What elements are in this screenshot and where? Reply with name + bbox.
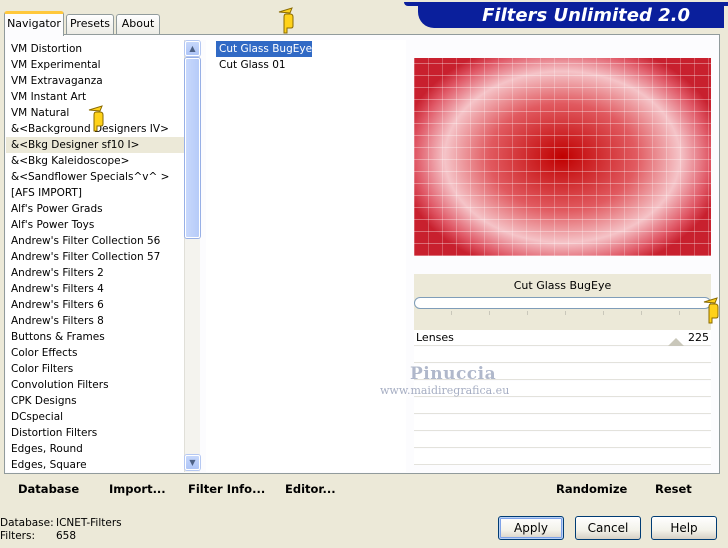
param-value: 225 — [688, 331, 709, 344]
scroll-down-arrow-icon[interactable]: ▼ — [185, 455, 200, 470]
category-item[interactable]: Buttons & Frames — [6, 329, 184, 345]
pointing-hand-icon — [88, 105, 104, 132]
category-item[interactable]: &<Sandflower Specials^v^ > — [6, 169, 184, 185]
category-item[interactable]: Distortion Filters — [6, 425, 184, 441]
category-item[interactable]: Andrew's Filter Collection 56 — [6, 233, 184, 249]
category-item[interactable]: Andrew's Filters 6 — [6, 297, 184, 313]
reset-link[interactable]: Reset — [655, 482, 692, 496]
category-item[interactable]: Andrew's Filter Collection 57 — [6, 249, 184, 265]
category-item[interactable]: [AFS IMPORT] — [6, 185, 184, 201]
filter-list[interactable]: Cut Glass BugEye Cut Glass 01 — [206, 40, 406, 472]
filters-count-value: 658 — [56, 530, 77, 542]
tab-presets[interactable]: Presets — [66, 14, 114, 34]
category-item[interactable]: Alf's Power Grads — [6, 201, 184, 217]
category-item[interactable]: Color Filters — [6, 361, 184, 377]
database-status-value: ICNET-Filters — [56, 517, 122, 529]
category-item[interactable]: &<Bkg Kaleidoscope> — [6, 153, 184, 169]
category-item[interactable]: Alf's Power Toys — [6, 217, 184, 233]
category-item[interactable]: Convolution Filters — [6, 377, 184, 393]
category-item[interactable]: Edges, Square — [6, 457, 184, 473]
apply-button[interactable]: Apply — [498, 516, 564, 540]
randomize-link[interactable]: Randomize — [556, 482, 627, 496]
filter-preview-image — [414, 58, 711, 256]
preview-filter-name: Cut Glass BugEye — [513, 279, 612, 292]
filters-count-label: Filters: — [0, 530, 36, 542]
category-item[interactable]: Andrew's Filters 4 — [6, 281, 184, 297]
category-item[interactable]: VM Extravaganza — [6, 73, 184, 89]
param-thumb[interactable] — [668, 338, 684, 346]
app-title-banner: Filters Unlimited 2.0 — [418, 4, 724, 28]
filter-item[interactable]: Cut Glass 01 — [216, 57, 286, 73]
param-row-empty — [414, 449, 711, 465]
import-link[interactable]: Import... — [109, 482, 166, 496]
category-item[interactable]: DCspecial — [6, 409, 184, 425]
pointing-hand-icon — [703, 297, 719, 324]
scrollbar-thumb[interactable] — [185, 58, 200, 238]
cancel-button[interactable]: Cancel — [575, 516, 641, 540]
param-label: Lenses — [416, 331, 454, 344]
pointing-hand-icon — [278, 7, 294, 34]
param-row-empty — [414, 398, 711, 414]
database-status-label: Database: — [0, 517, 54, 529]
category-item[interactable]: Andrew's Filters 2 — [6, 265, 184, 281]
filter-info-link[interactable]: Filter Info... — [188, 482, 265, 496]
filter-item[interactable]: Cut Glass BugEye — [216, 41, 313, 57]
tab-navigator[interactable]: Navigator — [4, 11, 64, 36]
slider-track[interactable] — [414, 297, 711, 309]
watermark-url: www.maidiregrafica.eu — [380, 384, 510, 397]
param-row-lenses[interactable]: Lenses 225 — [414, 330, 711, 346]
database-link[interactable]: Database — [18, 482, 79, 496]
category-item[interactable]: VM Experimental — [6, 57, 184, 73]
param-row-empty — [414, 432, 711, 448]
watermark-name: Pinuccia — [410, 364, 497, 384]
category-list-scrollbar[interactable]: ▲ ▼ — [184, 40, 200, 472]
help-button[interactable]: Help — [651, 516, 717, 540]
scroll-up-arrow-icon[interactable]: ▲ — [185, 41, 200, 56]
category-item[interactable]: Edges, Round — [6, 441, 184, 457]
category-item[interactable]: VM Distortion — [6, 41, 184, 57]
slider-ticks — [414, 311, 711, 329]
category-item[interactable]: Andrew's Filters 8 — [6, 313, 184, 329]
category-item[interactable]: &<Bkg Designer sf10 I> — [6, 137, 184, 153]
editor-link[interactable]: Editor... — [285, 482, 336, 496]
tab-about[interactable]: About — [116, 14, 160, 34]
category-item[interactable]: Color Effects — [6, 345, 184, 361]
param-row-empty — [414, 415, 711, 431]
param-row-empty — [414, 347, 711, 363]
category-item[interactable]: CPK Designs — [6, 393, 184, 409]
